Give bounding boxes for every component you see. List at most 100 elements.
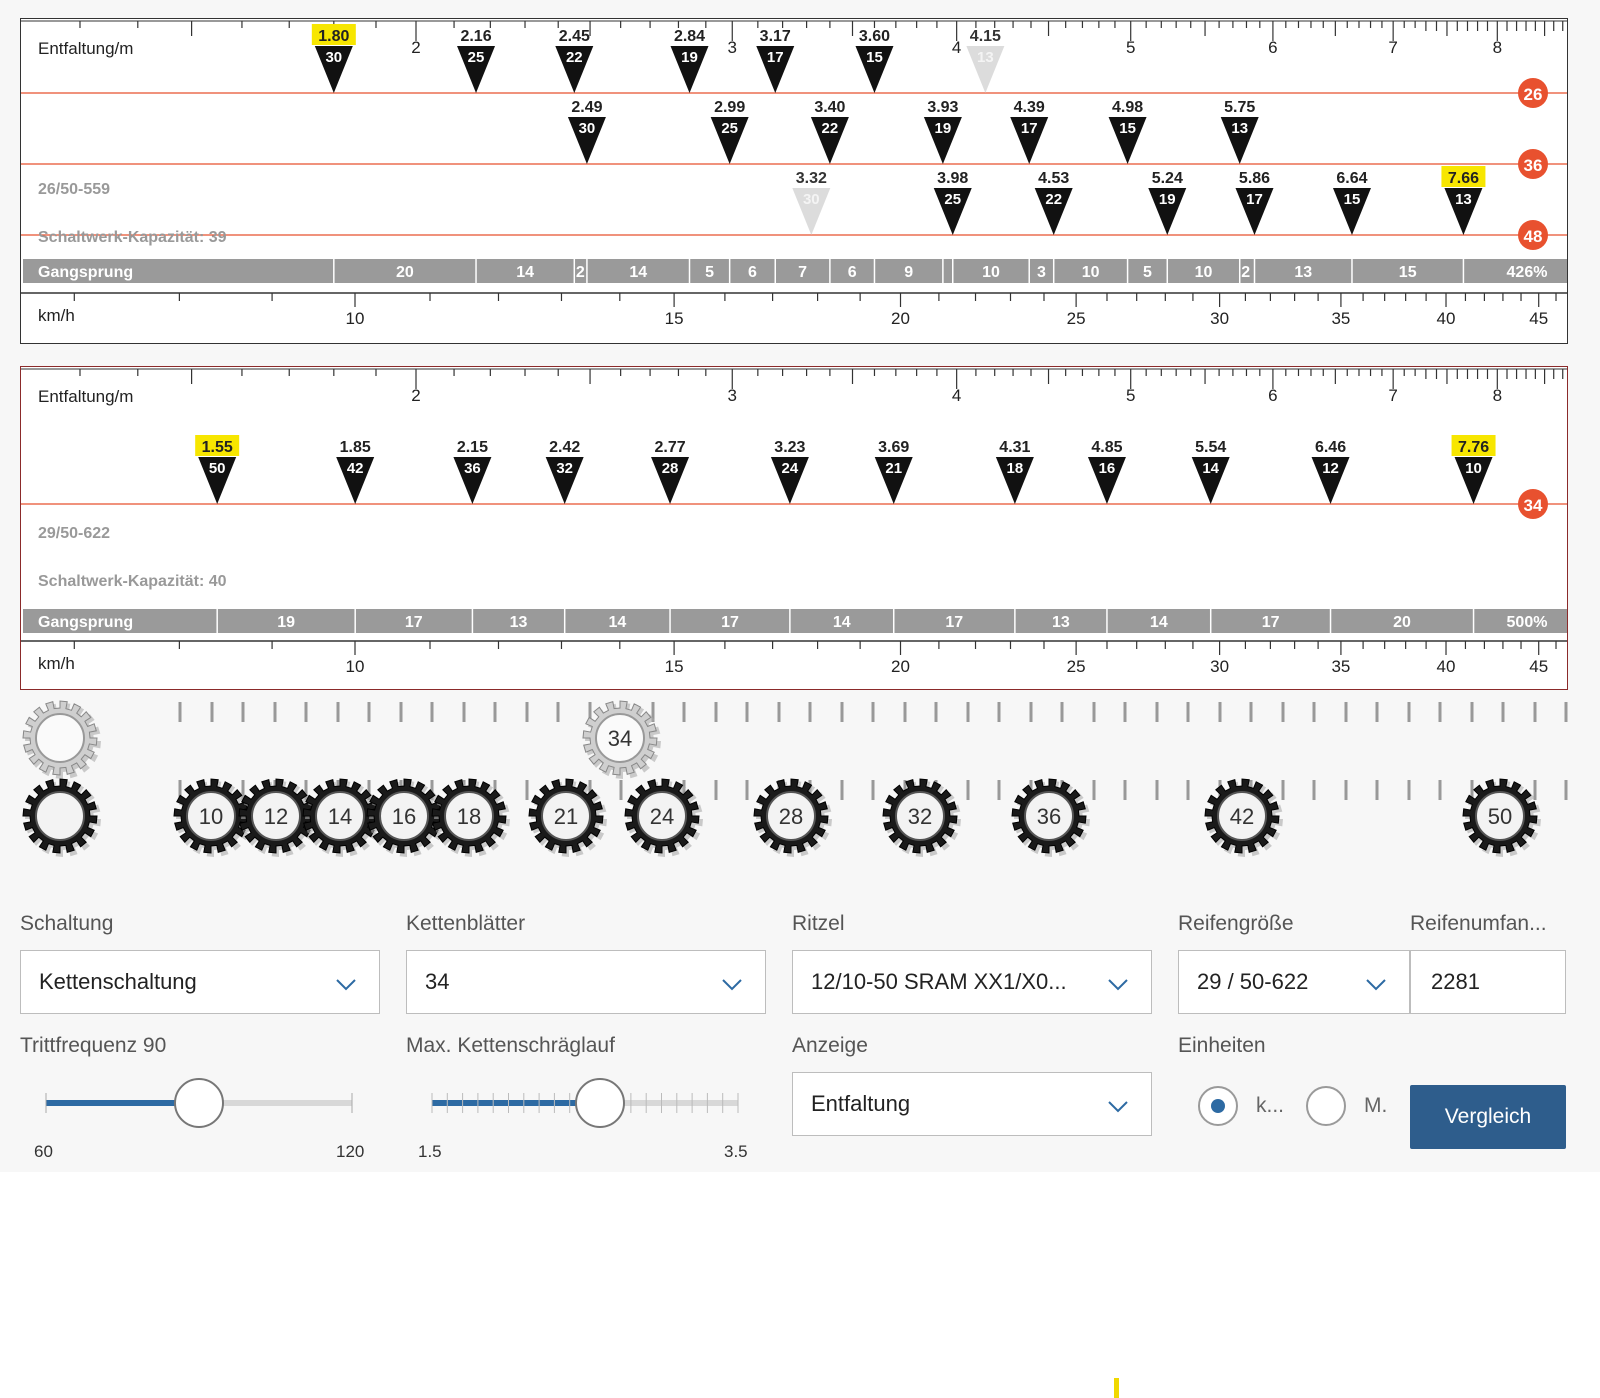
cog-label: 50	[1488, 804, 1512, 829]
gear-cog-label: 19	[1159, 191, 1176, 208]
speed-tick-label: 45	[1529, 657, 1548, 676]
cog-label: 42	[1230, 804, 1254, 829]
gear-cog-label: 30	[579, 120, 596, 137]
gangsprung-bar	[23, 609, 1567, 633]
kettenschraeglauf-slider[interactable]	[430, 1075, 750, 1135]
setup-label: 26/50-559	[38, 181, 110, 198]
top-tick-label: 4	[952, 386, 961, 405]
gear-cog-label: 17	[1246, 191, 1263, 208]
gear-cog-label: 18	[1007, 460, 1024, 477]
top-tick-label: 7	[1388, 386, 1397, 405]
gear-development-label: 2.42	[549, 439, 580, 456]
gear-development-label: 4.31	[999, 439, 1030, 456]
top-tick-label: 2	[411, 386, 420, 405]
gear-development-label: 4.85	[1091, 439, 1122, 456]
gear-cog-label: 19	[681, 49, 698, 66]
gear-chart-panel-2: 2 3 4 5 6 7 8 Entfaltung/m 34 1.55 50 1.85 42 2.15 36 2…	[20, 366, 1568, 690]
schaltung-select[interactable]: Kettenschaltung	[20, 950, 380, 1014]
cog-label: 14	[328, 804, 352, 829]
chevron-down-icon	[722, 979, 742, 991]
gangsprung-value: 14	[608, 614, 626, 631]
speed-tick-label: 15	[665, 309, 684, 328]
gear-cog-label: 15	[1344, 191, 1361, 208]
gear-cog-label: 22	[566, 49, 583, 66]
gear-development-label: 3.93	[927, 99, 958, 116]
reifenumfang-input[interactable]: 2281	[1410, 950, 1566, 1014]
gangsprung-value: 14	[516, 264, 534, 281]
cog-label: 12	[264, 804, 288, 829]
gear-cog-label: 14	[1202, 460, 1219, 477]
gear-cog-label: 12	[1322, 460, 1339, 477]
capacity-label: Schaltwerk-Kapazität: 39	[38, 229, 227, 246]
text-cursor-marker	[1114, 1378, 1119, 1398]
cog-label: 10	[199, 804, 223, 829]
speed-tick-label: 40	[1437, 657, 1456, 676]
gear-development-label: 4.15	[970, 28, 1001, 45]
entfaltung-axis-label: Entfaltung/m	[38, 39, 133, 58]
gear-cog-label: 13	[1455, 191, 1472, 208]
gear-cog-label: 25	[944, 191, 961, 208]
gangsprung-value: 6	[848, 264, 857, 281]
gear-development-label: 7.76	[1458, 439, 1489, 456]
cog-sprocket: 21	[528, 778, 607, 857]
kettenschraeglauf-label: Max. Kettenschräglauf	[406, 1034, 615, 1057]
gear-development-label: 5.24	[1152, 170, 1183, 187]
gangsprung-value: 10	[982, 264, 1000, 281]
anzeige-select[interactable]: Entfaltung	[792, 1072, 1152, 1136]
cog-sprocket: 10	[173, 778, 252, 857]
chainring-badge-label: 48	[1524, 227, 1543, 246]
gear-cog-label: 15	[1119, 120, 1136, 137]
top-tick-label: 6	[1268, 38, 1277, 57]
top-tick-label: 8	[1493, 386, 1502, 405]
einheiten-label: Einheiten	[1178, 1034, 1266, 1057]
gear-development-label: 4.39	[1014, 99, 1045, 116]
gangsprung-value: 3	[1037, 264, 1046, 281]
gangsprung-value: 17	[721, 614, 739, 631]
gangsprung-value: 5	[1143, 264, 1152, 281]
gear-development-label: 2.16	[460, 28, 491, 45]
kettenblaetter-select[interactable]: 34	[406, 950, 766, 1014]
gangsprung-value: 14	[833, 614, 851, 631]
speed-tick-label: 45	[1529, 309, 1548, 328]
gear-selector: 34 10 12 14 16 18 21 24 28 32 36 42 50	[22, 700, 1568, 857]
einheiten-radio-km[interactable]	[1198, 1086, 1238, 1126]
speed-tick-label: 30	[1210, 309, 1229, 328]
vergleich-button[interactable]: Vergleich	[1410, 1085, 1566, 1149]
gear-development-label: 2.15	[457, 439, 488, 456]
trittfrequenz-slider[interactable]	[44, 1075, 364, 1135]
reifengroesse-select[interactable]: 29 / 50-622	[1178, 950, 1410, 1014]
gangsprung-value: 10	[1195, 264, 1213, 281]
gangsprung-value: 20	[396, 264, 414, 281]
chevron-down-icon	[1366, 979, 1386, 991]
gear-cog-label: 16	[1099, 460, 1116, 477]
ritzel-select[interactable]: 12/10-50 SRAM XX1/X0...	[792, 950, 1152, 1014]
gear-development-label: 3.60	[859, 28, 890, 45]
gear-cog-label: 30	[325, 49, 342, 66]
gear-cog-label: 25	[468, 49, 485, 66]
gear-chart-2: 2 3 4 5 6 7 8Entfaltung/m341.55501.85422.15362…	[21, 368, 1567, 676]
gear-development-label: 6.64	[1336, 170, 1367, 187]
cog-sprocket: 32	[882, 778, 961, 857]
gangsprung-value: 19	[277, 614, 295, 631]
einheiten-radio-m[interactable]	[1306, 1086, 1346, 1126]
cog-sprocket	[22, 778, 101, 857]
gear-development-label: 3.23	[774, 439, 805, 456]
speed-tick-label: 30	[1210, 657, 1229, 676]
gangsprung-bar	[23, 259, 1567, 283]
gear-development-label: 3.40	[814, 99, 845, 116]
trittfrequenz-label: Trittfrequenz 90	[20, 1034, 167, 1057]
gear-chart-1: 2 3 4 5 6 7 8Entfaltung/m261.80302.16252.45222…	[21, 20, 1567, 328]
einheiten-option-m-label: M.	[1364, 1094, 1388, 1117]
cog-label: 28	[779, 804, 803, 829]
gear-cog-label: 42	[347, 460, 364, 477]
chevron-down-icon	[1108, 1101, 1128, 1113]
gear-development-label: 2.77	[654, 439, 685, 456]
gear-development-label: 3.32	[796, 170, 827, 187]
gear-cog-label: 13	[977, 49, 994, 66]
gangsprung-value: 6	[748, 264, 757, 281]
cog-label: 18	[457, 804, 481, 829]
gangsprung-value: 9	[904, 264, 913, 281]
gangsprung-total: 426%	[1507, 264, 1548, 281]
gangsprung-value: 15	[1399, 264, 1417, 281]
gangsprung-value: 7	[798, 264, 807, 281]
